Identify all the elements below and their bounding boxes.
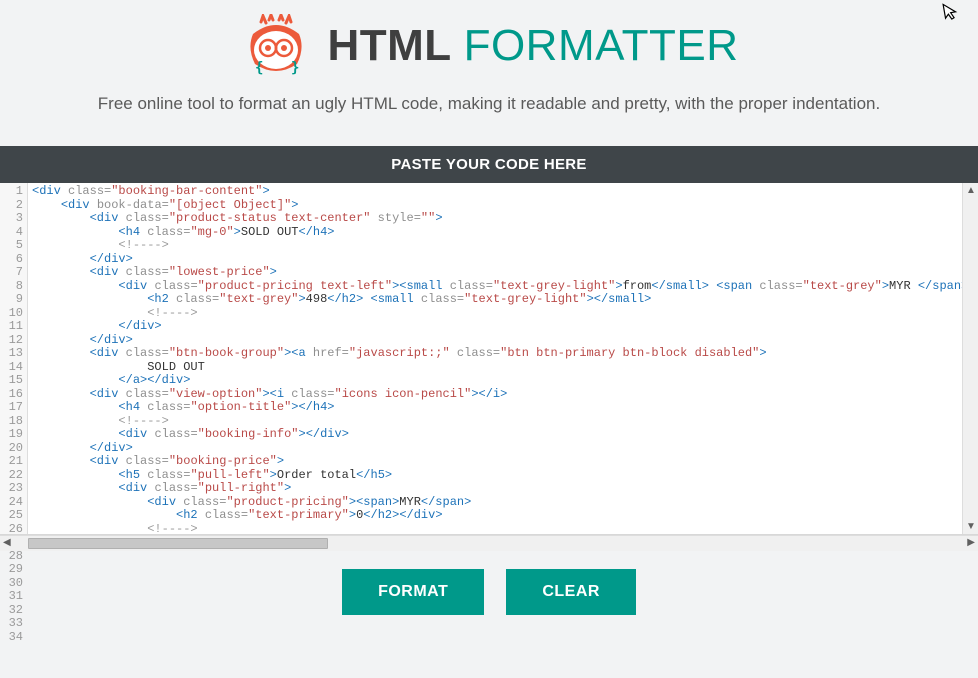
code-area[interactable]: <div class="booking-bar-content"> <div b… bbox=[28, 183, 962, 534]
page-header: { } HTML FORMATTER Free online tool to f… bbox=[0, 0, 978, 114]
brand-word-2: FORMATTER bbox=[464, 21, 739, 70]
logo-row: { } HTML FORMATTER bbox=[0, 14, 978, 78]
scroll-up-icon[interactable]: ▲ bbox=[965, 185, 977, 196]
brand-title: HTML FORMATTER bbox=[327, 21, 738, 71]
scroll-down-icon[interactable]: ▼ bbox=[965, 521, 977, 532]
line-gutter: 1234567891011121314151617181920212223242… bbox=[0, 183, 28, 534]
svg-text:}: } bbox=[291, 60, 299, 76]
svg-text:{: { bbox=[255, 60, 263, 76]
mascot-icon: { } bbox=[239, 14, 313, 78]
format-button[interactable]: FORMAT bbox=[342, 569, 484, 615]
tagline: Free online tool to format an ugly HTML … bbox=[0, 94, 978, 114]
scroll-left-icon[interactable]: ◀ bbox=[3, 537, 11, 548]
horizontal-scrollbar[interactable]: ◀ ▶ bbox=[0, 535, 978, 551]
clear-button[interactable]: CLEAR bbox=[506, 569, 636, 615]
panel-header: PASTE YOUR CODE HERE bbox=[0, 146, 978, 183]
code-editor[interactable]: 1234567891011121314151617181920212223242… bbox=[0, 183, 978, 535]
vertical-scrollbar[interactable]: ▲ ▼ bbox=[962, 183, 978, 534]
scroll-right-icon[interactable]: ▶ bbox=[967, 537, 975, 548]
button-row: FORMAT CLEAR bbox=[0, 569, 978, 615]
hscroll-thumb[interactable] bbox=[28, 538, 328, 549]
editor-panel: PASTE YOUR CODE HERE 1234567891011121314… bbox=[0, 146, 978, 551]
brand-word-1: HTML bbox=[327, 21, 450, 70]
